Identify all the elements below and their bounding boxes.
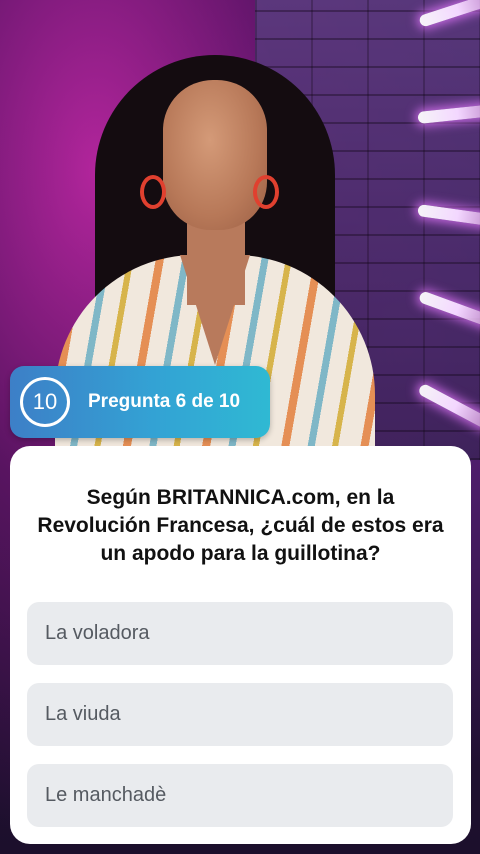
question-card: Según BRITANNICA.com, en la Revolución F… (10, 446, 471, 844)
presenter-face (163, 80, 267, 230)
question-progress-label: Pregunta 6 de 10 (88, 391, 241, 412)
question-counter: 10 Pregunta 6 de 10 (10, 366, 270, 438)
question-text: Según BRITANNICA.com, en la Revolución F… (37, 486, 444, 565)
answer-option-label: Le manchadè (45, 784, 167, 806)
answer-option-label: La viuda (45, 703, 121, 725)
answer-option-3[interactable]: Le manchadè (27, 764, 453, 827)
countdown-value: 10 (32, 389, 58, 414)
earring-right (253, 175, 279, 209)
answer-option-2[interactable]: La viuda (27, 683, 453, 746)
countdown-timer: 10 (20, 377, 70, 427)
answer-option-label: La voladora (45, 622, 150, 644)
answer-option-1[interactable]: La voladora (27, 602, 453, 665)
earring-left (140, 175, 166, 209)
